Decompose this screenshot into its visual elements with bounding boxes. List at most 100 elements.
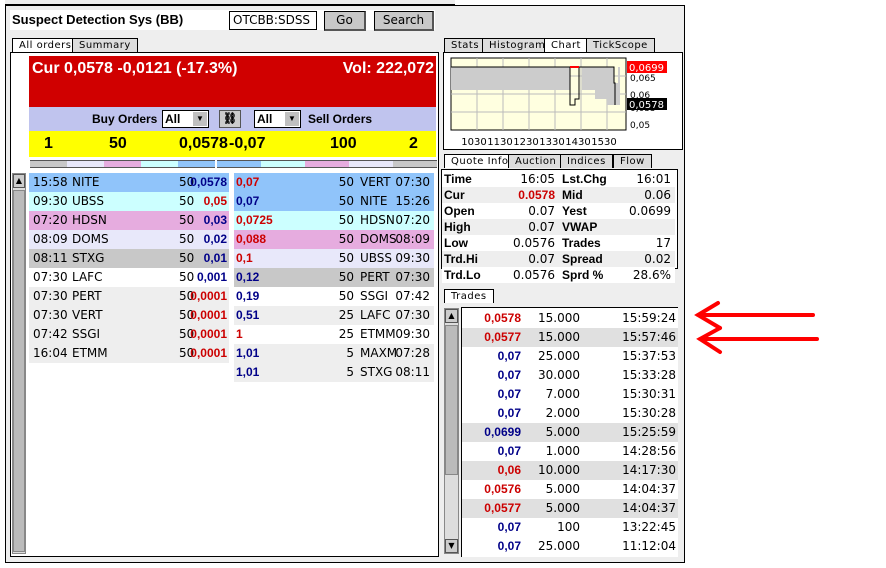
- link-icon[interactable]: ⛓: [219, 110, 241, 128]
- order-price: 0,0001: [190, 327, 227, 341]
- trade-row[interactable]: 0,07 1.000 14:28:56: [462, 442, 678, 461]
- buy-order-row[interactable]: 08:11 STXG 50 0,01: [29, 249, 229, 268]
- order-time: 16:04: [33, 346, 68, 360]
- buy-filter-select[interactable]: All ▼: [162, 110, 209, 128]
- trade-row[interactable]: 0,07 30.000 15:33:28: [462, 366, 678, 385]
- sell-filter-select[interactable]: All ▼: [254, 110, 301, 128]
- trade-row[interactable]: 0,07 25.000 15:37:53: [462, 347, 678, 366]
- sell-order-row[interactable]: 0,51 25 LAFC 07:30: [234, 306, 434, 325]
- trade-size: 5.000: [545, 425, 580, 439]
- quote-label: Trd.Hi: [444, 252, 479, 266]
- scroll-thumb[interactable]: [445, 325, 458, 475]
- sell-order-row[interactable]: 1,01 5 MAXM 07:28: [234, 344, 434, 363]
- tab-auction[interactable]: Auction: [508, 154, 564, 168]
- trade-price: 0,07: [497, 368, 521, 382]
- order-mm: NITE: [72, 175, 100, 189]
- chevron-down-icon[interactable]: ▼: [193, 112, 207, 126]
- buy-order-row[interactable]: 07:42 SSGI 50 0,0001: [29, 325, 229, 344]
- trade-size: 25.000: [538, 539, 580, 553]
- quote-info-panel: Time 16:05 Lst.Chg 16:01 Cur 0.0578 Mid 0.06 Ope…: [441, 169, 678, 283]
- sell-order-row[interactable]: 0,088 50 DOMS 08:09: [234, 230, 434, 249]
- scroll-thumb[interactable]: [13, 190, 25, 552]
- order-size: 50: [179, 270, 195, 284]
- tab-indices[interactable]: Indices: [560, 154, 613, 168]
- trade-row[interactable]: 0,06 10.000 14:17:30: [462, 461, 678, 480]
- quote-value: 0.02: [644, 252, 671, 266]
- quote-label: Cur: [444, 188, 465, 202]
- trade-row[interactable]: 0,0577 5.000 14:04:37: [462, 499, 678, 518]
- trade-row[interactable]: 0,07 25.000 11:12:04: [462, 537, 678, 556]
- buy-order-row[interactable]: 16:04 ETMM 50 0,0001: [29, 344, 229, 363]
- trade-row[interactable]: 0,0577 15.000 15:57:46: [462, 328, 678, 347]
- order-size: 5: [346, 365, 354, 379]
- sell-order-row[interactable]: 1 25 ETMM 09:30: [234, 325, 434, 344]
- tab-summary[interactable]: Summary: [72, 38, 138, 52]
- trade-row[interactable]: 0,0578 15.000 15:59:24: [462, 309, 678, 328]
- scroll-up-icon[interactable]: ▲: [13, 174, 25, 188]
- sell-orders-label: Sell Orders: [308, 112, 373, 126]
- trade-row[interactable]: 0,07 2.000 15:30:28: [462, 404, 678, 423]
- tab-trades[interactable]: Trades: [444, 289, 494, 303]
- buy-order-row[interactable]: 08:09 DOMS 50 0,02: [29, 230, 229, 249]
- trade-time: 14:17:30: [622, 463, 676, 477]
- order-time: 07:30: [33, 270, 68, 284]
- tab-quote-info[interactable]: Quote Info: [444, 154, 516, 168]
- order-price: 0,12: [236, 270, 260, 284]
- tab-all-orders[interactable]: All orders: [12, 38, 79, 52]
- trade-size: 25.000: [538, 349, 580, 363]
- best-ask: -0,07: [229, 135, 266, 152]
- tab-flow[interactable]: Flow: [613, 154, 652, 168]
- search-button[interactable]: Search: [374, 11, 434, 31]
- order-time: 08:09: [33, 232, 68, 246]
- scroll-down-icon[interactable]: ▼: [445, 539, 458, 553]
- order-mm: UBSS: [360, 251, 393, 265]
- chevron-down-icon[interactable]: ▼: [285, 112, 299, 126]
- trade-time: 15:59:24: [622, 311, 676, 325]
- buy-order-row[interactable]: 07:30 PERT 50 0,0001: [29, 287, 229, 306]
- order-mm: DOMS: [360, 232, 397, 246]
- buy-order-row[interactable]: 07:30 LAFC 50 0,001: [29, 268, 229, 287]
- x-tick-label: 1430: [565, 137, 590, 148]
- quote-value: 17: [655, 236, 671, 250]
- trade-row[interactable]: 0,07 7.000 15:30:31: [462, 385, 678, 404]
- buy-order-row[interactable]: 09:30 UBSS 50 0,05: [29, 192, 229, 211]
- sell-order-row[interactable]: 0,19 50 SSGI 07:42: [234, 287, 434, 306]
- sell-order-row[interactable]: 0,07 50 NITE 15:26: [234, 192, 434, 211]
- sell-order-row[interactable]: 1,01 5 STXG 08:11: [234, 363, 434, 382]
- orders-scrollbar[interactable]: ▲: [12, 173, 26, 554]
- order-time: 08:09: [395, 232, 430, 246]
- order-mm: PERT: [72, 289, 102, 303]
- x-tick-label: 1330: [539, 137, 564, 148]
- go-button[interactable]: Go: [324, 11, 366, 31]
- order-time: 07:30: [395, 308, 430, 322]
- trades-scrollbar[interactable]: ▲ ▼: [444, 308, 459, 554]
- scroll-up-icon[interactable]: ▲: [445, 309, 458, 323]
- trade-row[interactable]: 0,0576 5.000 14:04:37: [462, 480, 678, 499]
- sell-order-row[interactable]: 0,0725 50 HDSN 07:20: [234, 211, 434, 230]
- order-time: 07:30: [33, 289, 68, 303]
- order-size: 50: [338, 251, 354, 265]
- tab-stats[interactable]: Stats: [444, 38, 487, 52]
- order-price: 0,1: [236, 251, 253, 265]
- symbol-input[interactable]: OTCBB:SDSS: [229, 11, 317, 30]
- order-time: 08:11: [395, 365, 430, 379]
- buy-order-row[interactable]: 15:58 NITE 50 0,0578: [29, 173, 229, 192]
- sell-order-row[interactable]: 0,07 50 VERT 07:30: [234, 173, 434, 192]
- tab-histogram[interactable]: Histogram: [482, 38, 553, 52]
- trade-row[interactable]: 0,07 100 13:22:45: [462, 518, 678, 537]
- buy-count: 1: [44, 135, 53, 152]
- sell-order-row[interactable]: 0,1 50 UBSS 09:30: [234, 249, 434, 268]
- tab-chart[interactable]: Chart: [544, 38, 588, 52]
- order-price: 0,07: [236, 175, 260, 189]
- tab-tickscope[interactable]: TickScope: [586, 38, 655, 52]
- quote-label: VWAP: [562, 220, 598, 234]
- sell-order-row[interactable]: 0,12 50 PERT 07:30: [234, 268, 434, 287]
- trade-row[interactable]: 0,0699 5.000 15:25:59: [462, 423, 678, 442]
- trade-size: 10.000: [538, 463, 580, 477]
- quote-value: 0.0578: [518, 188, 555, 202]
- buy-order-row[interactable]: 07:20 HDSN 50 0,03: [29, 211, 229, 230]
- buy-order-row[interactable]: 07:30 VERT 50 0,0001: [29, 306, 229, 325]
- order-size: 50: [179, 232, 195, 246]
- sell-filter-value: All: [257, 112, 273, 126]
- order-mm: MAXM: [360, 346, 398, 360]
